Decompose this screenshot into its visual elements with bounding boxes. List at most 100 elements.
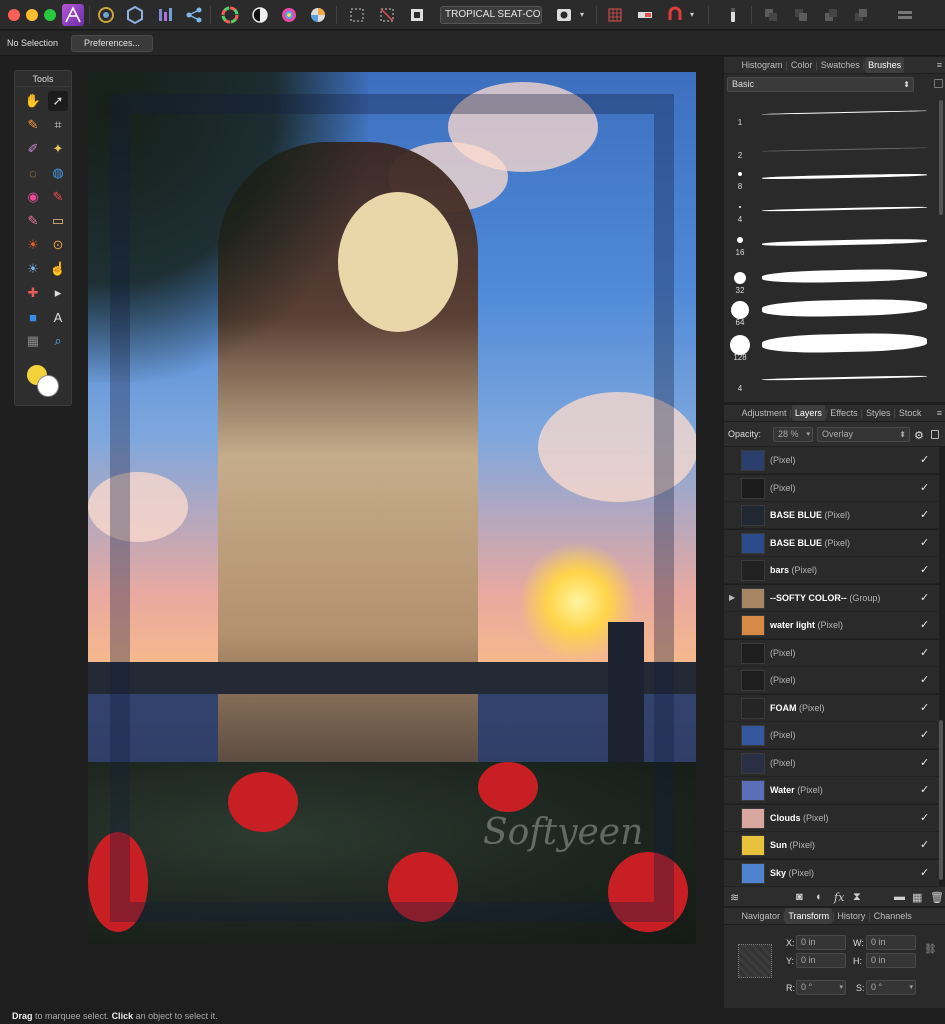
snapping-icon[interactable]: [664, 4, 686, 26]
layers-stack-icon[interactable]: ≋: [730, 891, 739, 904]
layer-thumbnail[interactable]: [741, 725, 765, 746]
layer-row[interactable]: (Pixel) ✓: [724, 749, 939, 777]
move-arrow-icon[interactable]: ➚: [48, 91, 68, 111]
layer-visibility-checkbox[interactable]: ✓: [920, 811, 929, 824]
layer-row[interactable]: Sun (Pixel) ✓: [724, 832, 939, 859]
layer-row[interactable]: (Pixel) ✓: [724, 639, 939, 667]
layer-thumbnail[interactable]: [741, 670, 765, 691]
smudge-icon[interactable]: ☝: [48, 259, 68, 279]
rectangle-icon[interactable]: ■: [23, 307, 43, 327]
arrange-backward-icon[interactable]: [790, 4, 812, 26]
layer-visibility-checkbox[interactable]: ✓: [920, 618, 929, 631]
persona-export-icon[interactable]: [183, 4, 205, 26]
layer-thumbnail[interactable]: [741, 642, 765, 664]
persona-develop-icon[interactable]: [154, 4, 176, 26]
brushes-tab-color[interactable]: Color: [788, 57, 816, 73]
node-icon[interactable]: ▸: [48, 283, 68, 303]
layers-scrollbar[interactable]: [939, 720, 943, 880]
color-replace-icon[interactable]: ◉: [23, 187, 43, 207]
healing-icon[interactable]: ✚: [23, 283, 43, 303]
brush-options-icon[interactable]: [934, 79, 943, 88]
layer-thumbnail[interactable]: [741, 477, 765, 499]
layer-row[interactable]: BASE BLUE (Pixel) ✓: [724, 502, 939, 529]
layer-thumbnail[interactable]: [741, 587, 765, 609]
selection-brush-icon[interactable]: ✦: [48, 139, 68, 159]
brush-preset[interactable]: 8: [730, 168, 930, 198]
insert-target-icon[interactable]: [634, 4, 656, 26]
panel-menu-icon[interactable]: ≡: [937, 405, 942, 421]
freehand-select-icon[interactable]: ◌: [23, 163, 43, 183]
live-filter-icon[interactable]: ⧗: [853, 891, 861, 904]
layer-thumbnail[interactable]: [741, 615, 765, 636]
quick-mask-icon[interactable]: [553, 4, 575, 26]
layer-row[interactable]: bars (Pixel) ✓: [724, 557, 939, 584]
color-wheel-icon[interactable]: [219, 4, 241, 26]
layer-thumbnail[interactable]: [741, 807, 765, 829]
layer-row[interactable]: Clouds (Pixel) ✓: [724, 804, 939, 832]
background-color-swatch[interactable]: [37, 375, 59, 397]
deselect-icon[interactable]: [376, 4, 398, 26]
close-window-button[interactable]: [8, 9, 20, 21]
transform-tab-channels[interactable]: Channels: [871, 908, 915, 924]
layers-tab-layers[interactable]: Layers: [791, 405, 825, 421]
persona-liquify-icon[interactable]: [124, 4, 146, 26]
brush-preset[interactable]: 4: [730, 370, 930, 400]
layer-row[interactable]: FOAM (Pixel) ✓: [724, 694, 939, 722]
layer-thumbnail[interactable]: [741, 532, 765, 554]
brush-preset[interactable]: 16: [730, 234, 930, 264]
layer-thumbnail[interactable]: [741, 752, 765, 774]
layer-thumbnail[interactable]: [741, 780, 765, 801]
hsl-icon[interactable]: [278, 4, 300, 26]
layer-visibility-checkbox[interactable]: ✓: [920, 673, 929, 686]
layer-row[interactable]: Sky (Pixel) ✓: [724, 859, 939, 887]
brush-preset[interactable]: 4: [730, 201, 930, 231]
layer-row[interactable]: (Pixel) ✓: [724, 474, 939, 502]
layer-visibility-checkbox[interactable]: ✓: [920, 866, 929, 879]
pixel-layer-icon[interactable]: ▦: [912, 891, 922, 904]
h-field[interactable]: 0 in: [866, 953, 916, 968]
layer-visibility-checkbox[interactable]: ✓: [920, 536, 929, 549]
layer-visibility-checkbox[interactable]: ✓: [920, 783, 929, 796]
layers-tab-adjustment[interactable]: Adjustment: [739, 405, 790, 421]
brush-category-select[interactable]: Basic ⬍: [727, 77, 914, 92]
brush-preset[interactable]: 2: [730, 137, 930, 167]
x-field[interactable]: 0 in: [796, 935, 846, 950]
affinity-logo-icon[interactable]: [62, 4, 84, 26]
burn-icon[interactable]: ☀: [23, 235, 43, 255]
layer-visibility-checkbox[interactable]: ✓: [920, 563, 929, 576]
chevron-down-icon[interactable]: ▾: [576, 4, 588, 26]
chevron-down-icon[interactable]: ▾: [686, 4, 698, 26]
blend-mode-select[interactable]: Overlay ⬍: [817, 427, 910, 442]
align-icon[interactable]: [894, 4, 916, 26]
layer-visibility-checkbox[interactable]: ✓: [920, 481, 929, 494]
lock-icon[interactable]: [931, 430, 939, 439]
folder-icon[interactable]: ▬: [894, 891, 905, 903]
anchor-point-selector[interactable]: [738, 944, 772, 978]
layers-tab-stock[interactable]: Stock: [896, 405, 925, 421]
layer-thumbnail[interactable]: [741, 560, 765, 581]
brush-preset[interactable]: 1: [730, 104, 930, 134]
artwork-canvas[interactable]: Softyeen: [88, 72, 696, 944]
layer-visibility-checkbox[interactable]: ✓: [920, 646, 929, 659]
persona-photo-icon[interactable]: [95, 4, 117, 26]
layer-thumbnail[interactable]: [741, 505, 765, 526]
flood-fill-icon[interactable]: ◍: [48, 163, 68, 183]
layer-row[interactable]: Water (Pixel) ✓: [724, 777, 939, 804]
transform-tab-transform[interactable]: Transform: [785, 908, 833, 924]
layer-thumbnail[interactable]: [741, 835, 765, 856]
preferences-button[interactable]: Preferences...: [71, 35, 153, 52]
brush-preset[interactable]: 64: [730, 298, 930, 330]
view-hand-icon[interactable]: ✋: [23, 91, 43, 111]
mask-icon[interactable]: ◙: [796, 891, 803, 903]
layers-tab-styles[interactable]: Styles: [863, 405, 894, 421]
rotation-field[interactable]: 0 ° ▾: [796, 980, 846, 995]
color-picker-icon[interactable]: ✎: [23, 115, 43, 135]
zoom-window-button[interactable]: [44, 9, 56, 21]
paint-brush-icon[interactable]: ✐: [23, 139, 43, 159]
bw-adjust-icon[interactable]: [249, 4, 271, 26]
trash-icon[interactable]: 🗑: [930, 891, 944, 904]
layer-row[interactable]: (Pixel) ✓: [724, 447, 939, 474]
invert-selection-icon[interactable]: [406, 4, 428, 26]
brushes-tab-histogram[interactable]: Histogram: [739, 57, 786, 73]
layer-visibility-checkbox[interactable]: ✓: [920, 728, 929, 741]
